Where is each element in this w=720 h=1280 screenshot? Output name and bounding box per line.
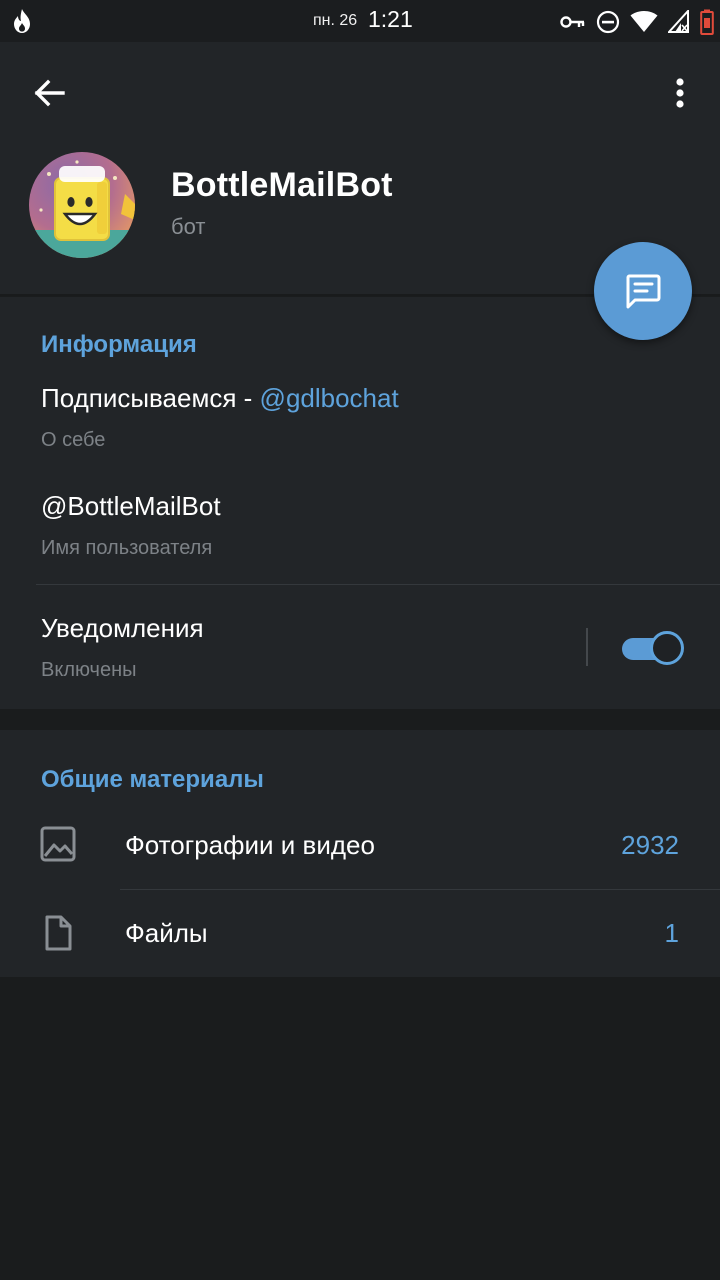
notifications-toggle[interactable] — [622, 631, 684, 665]
status-icons — [560, 8, 714, 36]
back-button[interactable] — [24, 68, 74, 118]
toggle-separator — [586, 628, 588, 666]
do-not-disturb-icon — [596, 10, 620, 34]
shared-section-title: Общие материалы — [41, 766, 264, 793]
more-options-button[interactable] — [660, 68, 700, 118]
shared-item-count: 2932 — [621, 830, 679, 860]
username-label: Имя пользователя — [41, 537, 213, 559]
flame-icon — [14, 9, 30, 33]
status-date: пн. 26 — [313, 12, 358, 29]
toggle-knob — [650, 631, 684, 665]
bot-subtitle: бот — [171, 214, 206, 239]
status-time: 1:21 — [368, 6, 413, 32]
message-icon — [626, 274, 661, 309]
shared-item-label: Файлы — [125, 918, 208, 948]
username-value[interactable]: @BottleMailBot — [41, 491, 221, 522]
shared-item-label: Фотографии и видео — [125, 830, 375, 860]
avatar[interactable] — [29, 152, 135, 258]
shared-media-section: Общие материалы Фотографии и видео 2932 … — [0, 730, 720, 977]
vpn-key-icon — [560, 16, 585, 28]
more-vertical-icon — [676, 78, 684, 108]
wifi-icon — [630, 11, 658, 32]
bot-avatar-image — [29, 152, 135, 258]
signal-icon — [668, 10, 689, 33]
info-section: Информация Подписываемся - @gdlbochat О … — [0, 297, 720, 709]
about-prefix: Подписываемся - — [41, 383, 260, 413]
about-text: Подписываемся - @gdlbochat — [41, 383, 399, 414]
shared-item-count: 1 — [664, 918, 679, 948]
bot-name: BottleMailBot — [171, 166, 393, 204]
file-icon — [45, 915, 72, 951]
arrow-back-icon — [34, 79, 65, 107]
battery-icon — [700, 9, 714, 35]
notifications-status: Включены — [41, 659, 137, 681]
divider — [36, 584, 720, 585]
notifications-title[interactable]: Уведомления — [41, 613, 204, 644]
divider — [120, 889, 720, 890]
send-message-button[interactable] — [594, 242, 692, 340]
about-link[interactable]: @gdlbochat — [260, 383, 399, 413]
image-icon — [40, 826, 76, 862]
status-bar: пн. 26 1:21 — [0, 0, 720, 42]
about-label: О себе — [41, 429, 106, 451]
info-section-title: Информация — [41, 331, 197, 358]
